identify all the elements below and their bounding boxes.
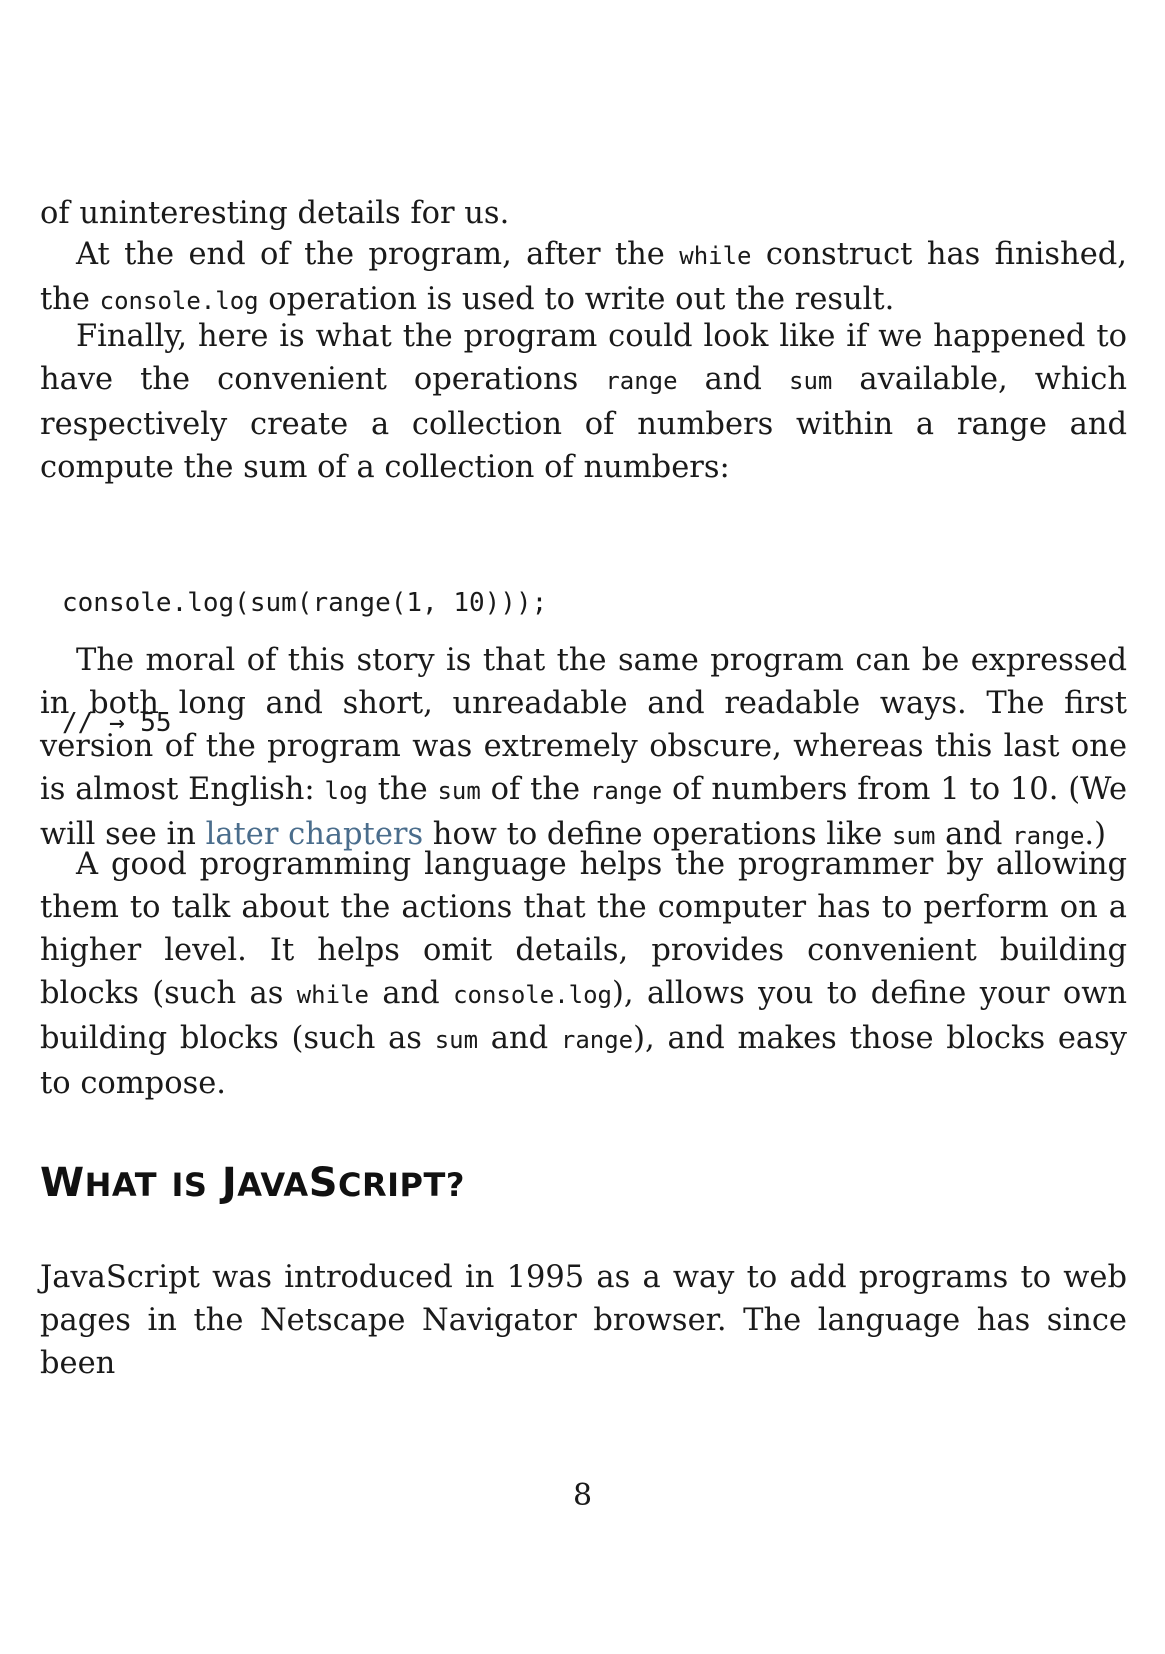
text-run: of the (480, 772, 590, 807)
text-run: the (367, 772, 438, 807)
heading-small-caps: IS (171, 1166, 208, 1204)
inline-code: range (560, 1026, 634, 1054)
paragraph-6-text: JavaScript was introduced in 1995 as a w… (40, 1260, 1127, 1381)
inline-code: sum (789, 367, 833, 395)
inline-code: log (324, 777, 368, 805)
paragraph-5: A good programming language helps the pr… (40, 843, 1127, 1105)
inline-code: while (679, 242, 752, 270)
section-heading: WHAT IS JAVASCRIPT? (40, 1160, 465, 1206)
heading-cap: J (221, 1160, 238, 1206)
heading-cap: W (40, 1160, 85, 1206)
inline-code: sum (437, 777, 481, 805)
paragraph-6: JavaScript was introduced in 1995 as a w… (40, 1256, 1127, 1385)
page-number: 8 (572, 1478, 593, 1513)
inline-code: range (589, 777, 663, 805)
inline-code: while (296, 981, 369, 1009)
inline-code: range (605, 367, 678, 395)
heading-small-caps: HAT (84, 1166, 158, 1204)
text-run: and (478, 1021, 561, 1056)
paragraph-3: Finally, here is what the program could … (40, 315, 1127, 489)
inline-code: sum (434, 1026, 479, 1054)
text-run: and (677, 362, 789, 397)
heading-small-caps: AVA (237, 1166, 309, 1204)
code-line-1: console.log(sum(range(1, 10))); (62, 588, 548, 618)
paragraph-2: At the end of the program, after the whi… (40, 233, 1127, 323)
text-run: and (368, 976, 454, 1011)
text-run: operation is used to write out the resul… (258, 282, 895, 317)
paragraph-4: The moral of this story is that the same… (40, 639, 1127, 858)
inline-code: console.log (453, 981, 613, 1009)
heading-small-caps: CRIPT? (338, 1166, 465, 1204)
paragraph-1-text: of uninteresting details for us. (40, 196, 510, 231)
text-run: At the end of the program, after the (76, 237, 680, 272)
inline-code: console.log (99, 287, 259, 315)
paragraph-1: of uninteresting details for us. (40, 192, 1127, 235)
heading-cap: S (308, 1160, 338, 1206)
